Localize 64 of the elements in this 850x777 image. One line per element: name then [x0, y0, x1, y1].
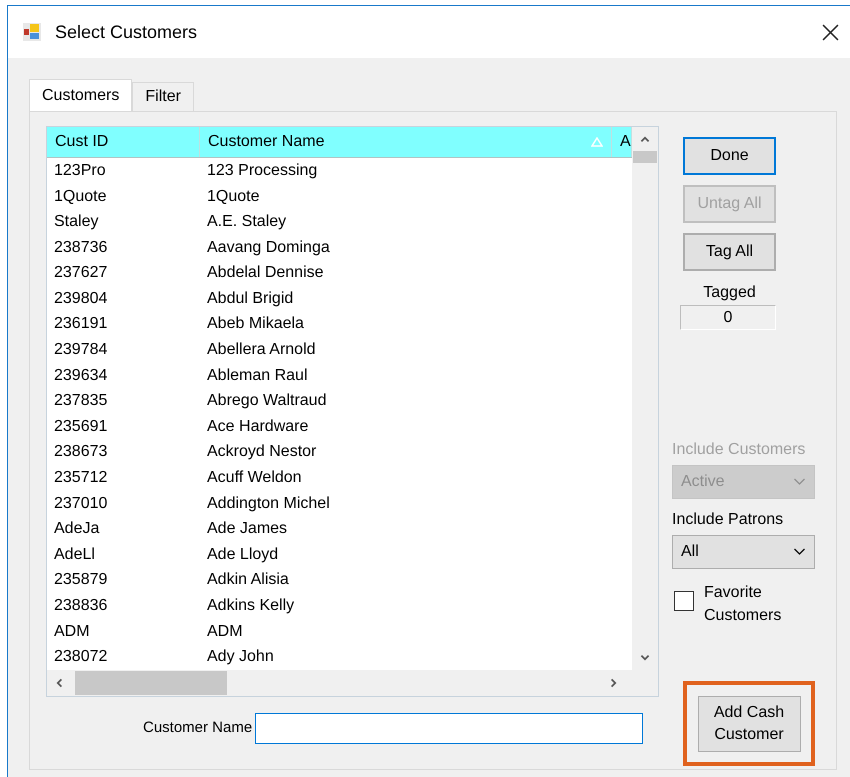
scroll-thumb[interactable]	[633, 151, 657, 163]
table-cell-text: 1Quote	[53, 186, 108, 207]
table-cell-text: Ade James	[206, 519, 288, 540]
checkbox-label: Favorite Customers	[704, 583, 782, 626]
tab[interactable]: Customers	[29, 79, 132, 111]
table-cell-text: ADM	[53, 622, 91, 642]
chevron-down-icon	[793, 478, 806, 486]
table-cell-text: Abrego Waltraud	[206, 391, 328, 412]
table-cell-text: 235691	[53, 416, 108, 437]
select-label: Include Patrons	[672, 510, 784, 530]
scroll-thumb[interactable]	[75, 671, 227, 695]
tagged-count: 0	[680, 305, 776, 330]
table-cell-text: Ady John	[206, 647, 275, 668]
table-cell-text: 239804	[53, 288, 108, 309]
close-icon[interactable]	[822, 24, 839, 40]
column-header[interactable]: Customer Name	[200, 127, 612, 158]
checkbox[interactable]	[674, 591, 694, 611]
column-header[interactable]: Cust ID	[47, 127, 200, 158]
table-cell-text: 239634	[53, 366, 108, 386]
table-cell-text: 238736	[53, 238, 108, 258]
tagged-label: Tagged	[702, 283, 757, 303]
table-cell-text: 237010	[53, 494, 108, 514]
table-cell-text: A.E. Staley	[206, 212, 288, 232]
table-cell-text: Aavang Dominga	[206, 238, 331, 258]
table-cell-text: 1Quote	[206, 186, 260, 207]
chevron-down-icon	[793, 548, 806, 556]
app-icon	[22, 22, 42, 42]
tab[interactable]: Filter	[132, 82, 194, 112]
table-cell-text: Ace Hardware	[206, 416, 310, 437]
table-cell-text: Adkins Kelly	[206, 596, 296, 616]
action-button[interactable]: Done	[683, 137, 776, 175]
table-cell-text: 236191	[53, 314, 108, 334]
customer-name-field[interactable]	[255, 713, 644, 744]
table-cell-text: Acuff Weldon	[206, 468, 303, 488]
table-cell-text: Abdelal Dennise	[206, 263, 325, 284]
sort-up-icon	[591, 137, 603, 148]
table-cell-text: Ade Lloyd	[206, 544, 280, 565]
table-cell-text: Ackroyd Nestor	[206, 442, 318, 462]
table-cell-text: 239784	[53, 340, 108, 360]
table-cell-text: 238673	[53, 442, 108, 462]
select-label: Include Customers	[672, 440, 806, 460]
dropdown[interactable]: All	[672, 535, 815, 569]
table-cell-text: 237835	[53, 391, 108, 412]
field-label: Customer Name	[143, 718, 252, 738]
table-cell-text: ADM	[206, 622, 244, 642]
add-cash-customer-button[interactable]: Add Cash Customer	[698, 696, 800, 752]
table-cell-text: 237627	[53, 263, 108, 284]
table-cell-text: 235712	[53, 468, 108, 488]
table-cell-text: Staley	[53, 212, 100, 232]
table-cell-text: AdeLl	[53, 544, 96, 565]
table-cell-text: 123 Processing	[206, 160, 318, 181]
table-cell-text: Abdul Brigid	[206, 288, 294, 309]
action-button[interactable]: Tag All	[683, 233, 776, 271]
table-cell-text: 123Pro	[53, 160, 107, 181]
window-title: Select Customers	[55, 20, 198, 44]
table-cell-text: Abellera Arnold	[206, 340, 317, 360]
table-cell-text: 238072	[53, 647, 108, 668]
table-cell-text: Ableman Raul	[206, 366, 308, 386]
table-cell-text: 235879	[53, 570, 108, 590]
table-cell-text: 238836	[53, 596, 108, 616]
table-cell-text: AdeJa	[53, 519, 100, 540]
table-cell-text: Adkin Alisia	[206, 570, 290, 590]
table-cell-text: Addington Michel	[206, 494, 331, 514]
table-cell-text: Abeb Mikaela	[206, 314, 305, 334]
